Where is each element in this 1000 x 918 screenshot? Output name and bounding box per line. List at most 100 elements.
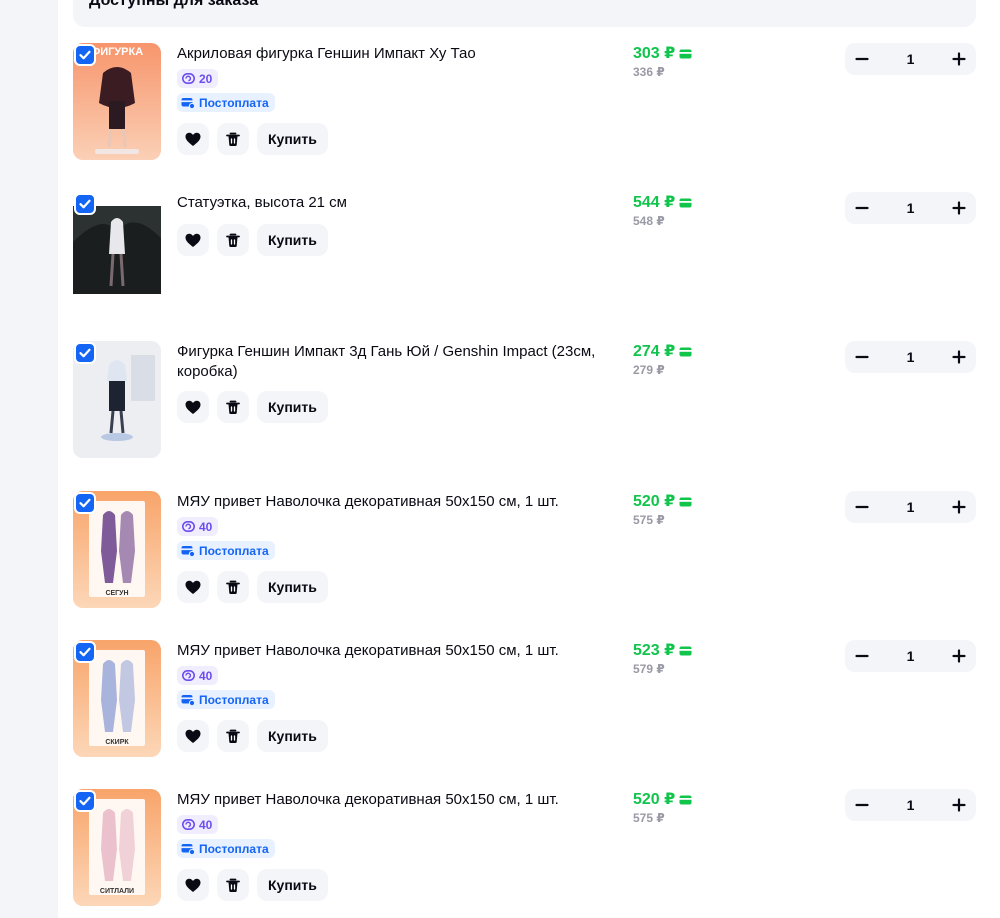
- quantity-stepper: 1: [845, 789, 976, 821]
- decrease-button[interactable]: [851, 346, 873, 368]
- points-badge: 40: [177, 517, 219, 536]
- select-checkbox[interactable]: [74, 492, 96, 514]
- svg-text:ФИГУРКА: ФИГУРКА: [91, 46, 143, 58]
- section-header: Доступны для заказа: [73, 0, 976, 27]
- old-price: 575 ₽: [633, 811, 665, 825]
- product-title[interactable]: МЯУ привет Наволочка декоративная 50х150…: [177, 790, 617, 810]
- points-icon: [182, 73, 195, 84]
- plus-icon: [951, 51, 967, 67]
- decrease-button[interactable]: [851, 48, 873, 70]
- product-title[interactable]: Статуэтка, высота 21 см: [177, 193, 617, 213]
- card-icon: [679, 497, 692, 507]
- increase-button[interactable]: [948, 794, 970, 816]
- buy-button[interactable]: Купить: [257, 571, 328, 603]
- delete-button[interactable]: [217, 571, 249, 603]
- price: 520 ₽: [633, 493, 692, 511]
- trash-icon: [225, 131, 241, 147]
- points-value: 40: [199, 817, 213, 832]
- product-title[interactable]: МЯУ привет Наволочка декоративная 50х150…: [177, 492, 617, 512]
- favorite-button[interactable]: [177, 224, 209, 256]
- heart-icon: [185, 729, 201, 744]
- favorite-button[interactable]: [177, 571, 209, 603]
- heart-icon: [185, 400, 201, 415]
- old-price: 548 ₽: [633, 214, 665, 228]
- price-value: 520 ₽: [633, 791, 676, 808]
- postpay-badge: Постоплата: [177, 93, 275, 112]
- cart-item: Фигурка Геншин Импакт 3д Гань Юй / Gensh…: [73, 341, 976, 461]
- svg-text:СИТЛАЛИ: СИТЛАЛИ: [100, 888, 134, 895]
- delete-button[interactable]: [217, 869, 249, 901]
- select-checkbox[interactable]: [74, 342, 96, 364]
- select-checkbox[interactable]: [74, 790, 96, 812]
- delete-button[interactable]: [217, 123, 249, 155]
- quantity-value[interactable]: 1: [907, 499, 915, 515]
- favorite-button[interactable]: [177, 123, 209, 155]
- points-value: 40: [199, 668, 213, 683]
- points-value: 20: [199, 71, 213, 86]
- postpay-badge: Постоплата: [177, 541, 275, 560]
- increase-button[interactable]: [948, 197, 970, 219]
- postpay-icon: [181, 545, 195, 557]
- quantity-value[interactable]: 1: [907, 51, 915, 67]
- quantity-value[interactable]: 1: [907, 797, 915, 813]
- increase-button[interactable]: [948, 645, 970, 667]
- card-icon: [679, 795, 692, 805]
- favorite-button[interactable]: [177, 391, 209, 423]
- quantity-value[interactable]: 1: [907, 200, 915, 216]
- trash-icon: [225, 579, 241, 595]
- delete-button[interactable]: [217, 224, 249, 256]
- quantity-value[interactable]: 1: [907, 349, 915, 365]
- price: 274 ₽: [633, 343, 692, 361]
- svg-text:СКИРК: СКИРК: [105, 739, 129, 746]
- minus-icon: [854, 200, 870, 216]
- buy-button[interactable]: Купить: [257, 123, 328, 155]
- price-value: 523 ₽: [633, 642, 676, 659]
- product-title[interactable]: МЯУ привет Наволочка декоративная 50х150…: [177, 641, 617, 661]
- decrease-button[interactable]: [851, 645, 873, 667]
- old-price: 579 ₽: [633, 662, 665, 676]
- decrease-button[interactable]: [851, 496, 873, 518]
- increase-button[interactable]: [948, 496, 970, 518]
- price-value: 274 ₽: [633, 343, 676, 360]
- quantity-stepper: 1: [845, 640, 976, 672]
- favorite-button[interactable]: [177, 720, 209, 752]
- delete-button[interactable]: [217, 391, 249, 423]
- select-checkbox[interactable]: [74, 193, 96, 215]
- points-icon: [182, 521, 195, 532]
- select-checkbox[interactable]: [74, 641, 96, 663]
- postpay-icon: [181, 843, 195, 855]
- cart-item: Статуэтка, высота 21 см Купить 544 ₽ 548 ₽ 1: [73, 192, 976, 312]
- buy-button[interactable]: Купить: [257, 869, 328, 901]
- price-value: 520 ₽: [633, 493, 676, 510]
- cart-item: СИТЛАЛИ МЯУ привет Наволочка декоративная…: [73, 789, 976, 909]
- section-title: Доступны для заказа: [89, 0, 259, 9]
- card-icon: [679, 49, 692, 59]
- decrease-button[interactable]: [851, 794, 873, 816]
- trash-icon: [225, 728, 241, 744]
- favorite-button[interactable]: [177, 869, 209, 901]
- quantity-stepper: 1: [845, 43, 976, 75]
- quantity-value[interactable]: 1: [907, 648, 915, 664]
- points-value: 40: [199, 519, 213, 534]
- product-title[interactable]: Фигурка Геншин Импакт 3д Гань Юй / Gensh…: [177, 342, 617, 382]
- delete-button[interactable]: [217, 720, 249, 752]
- postpay-label: Постоплата: [199, 841, 269, 856]
- postpay-label: Постоплата: [199, 95, 269, 110]
- points-badge: 40: [177, 666, 219, 685]
- card-icon: [679, 646, 692, 656]
- increase-button[interactable]: [948, 48, 970, 70]
- price-value: 303 ₽: [633, 45, 676, 62]
- trash-icon: [225, 877, 241, 893]
- buy-button[interactable]: Купить: [257, 391, 328, 423]
- decrease-button[interactable]: [851, 197, 873, 219]
- product-title[interactable]: Акриловая фигурка Геншин Импакт Ху Тао: [177, 44, 617, 64]
- buy-button[interactable]: Купить: [257, 224, 328, 256]
- points-icon: [182, 819, 195, 830]
- heart-icon: [185, 878, 201, 893]
- points-badge: 20: [177, 69, 219, 88]
- buy-button[interactable]: Купить: [257, 720, 328, 752]
- minus-icon: [854, 648, 870, 664]
- price: 523 ₽: [633, 642, 692, 660]
- increase-button[interactable]: [948, 346, 970, 368]
- select-checkbox[interactable]: [74, 44, 96, 66]
